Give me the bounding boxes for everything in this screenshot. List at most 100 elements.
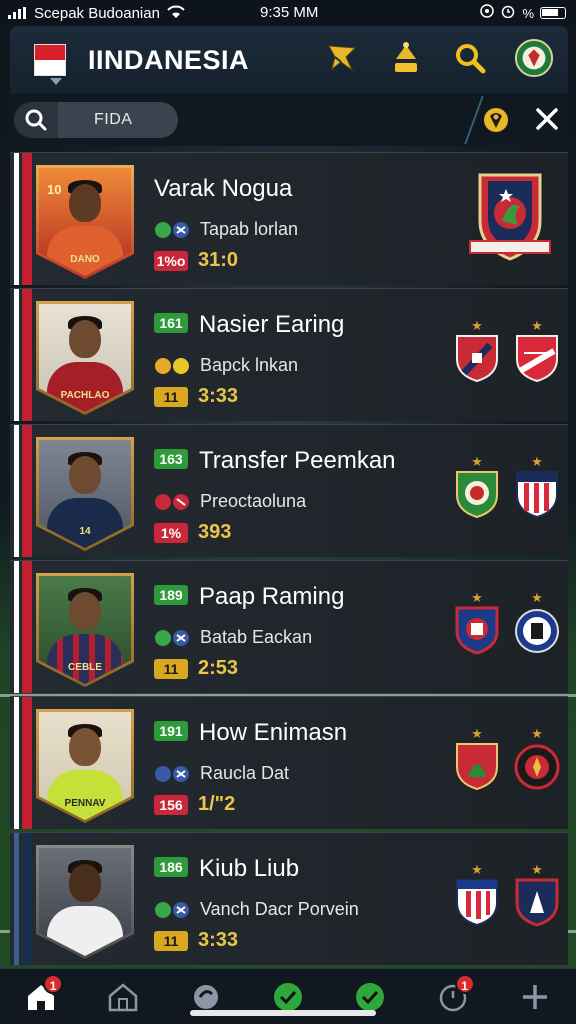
position-icons	[154, 629, 192, 647]
stat-tag: 11	[154, 930, 188, 951]
overall-rating-badge: 163	[154, 449, 188, 469]
position-icons	[154, 493, 192, 511]
club-emblem-icon[interactable]	[514, 36, 554, 80]
alarm-icon	[500, 4, 516, 22]
check-icon	[356, 982, 385, 1011]
player-card[interactable]: CEBLE 189 Paap Raming Batab Eackan 11 2:…	[10, 560, 568, 693]
nav-home[interactable]: 1	[15, 972, 67, 1022]
overall-rating-badge: 189	[154, 585, 188, 605]
app-header: IINDANESIA	[10, 26, 568, 94]
club-crest-icon	[455, 606, 499, 655]
stat-tag: 156	[154, 794, 188, 815]
player-portrait: PACHLAO	[36, 301, 134, 415]
star-icon: ★	[531, 318, 543, 333]
club-crest-icon	[516, 335, 558, 383]
page-title: IINDANESIA	[88, 44, 250, 75]
star-icon: ★	[531, 726, 543, 741]
stat-value: 3:33	[198, 385, 239, 407]
player-card[interactable]: 14 163 Transfer Peemkan Preoctaoluna 1% …	[10, 424, 568, 557]
compass-icon[interactable]	[386, 36, 426, 80]
filter-icon[interactable]	[482, 106, 510, 139]
club-crest-icon	[516, 471, 558, 519]
search-bar-row: FIDA	[10, 94, 568, 146]
player-subtitle: Raucla Dat	[200, 763, 290, 783]
player-card[interactable]: 186 Kiub Liub Vanch Dacr Porvein 11 3:33…	[10, 832, 568, 965]
player-card[interactable]: 10 DANO Varak Nogua Tapab lorlan 1%o 31:…	[10, 152, 568, 285]
stat-tag: 11	[154, 386, 188, 407]
nav-add[interactable]	[509, 972, 561, 1022]
player-name[interactable]: Kiub Liub	[199, 855, 299, 883]
clock: 9:35 MM	[260, 4, 319, 21]
shirt-text: CEBLE	[68, 662, 102, 673]
home-indicator	[190, 1010, 376, 1016]
star-icon: ★	[471, 862, 483, 877]
nav-timer[interactable]: 1	[427, 972, 479, 1022]
close-icon[interactable]	[534, 106, 560, 137]
search-icon[interactable]	[450, 36, 490, 80]
player-name[interactable]: Nasier Earing	[199, 311, 344, 339]
stat-tag: 1%o	[154, 250, 188, 271]
chevron-down-icon[interactable]	[50, 78, 62, 85]
indonesia-flag-icon[interactable]	[34, 44, 66, 76]
player-portrait: CEBLE	[36, 573, 134, 687]
card-stripe	[10, 425, 32, 557]
player-name[interactable]: How Enimasn	[199, 719, 347, 747]
transfer-icon	[193, 984, 218, 1009]
player-name[interactable]: Transfer Peemkan	[199, 447, 396, 475]
star-icon: ★	[471, 454, 483, 469]
wifi-icon	[166, 5, 186, 22]
card-stripe	[10, 561, 32, 693]
player-subtitle: Vanch Dacr Porvein	[200, 899, 359, 919]
club-crest-icon	[456, 743, 498, 791]
shirt-text: PENNAV	[64, 798, 106, 809]
club-crest-icon	[515, 878, 559, 927]
stat-value: 3:33	[198, 929, 239, 951]
star-icon: ★	[471, 318, 483, 333]
overall-rating-badge: 161	[154, 313, 188, 333]
club-crest-icon	[515, 609, 559, 653]
bottom-nav: 1 1	[0, 968, 576, 1024]
search-icon[interactable]	[14, 102, 58, 138]
stat-value: 31:0	[198, 249, 239, 271]
player-portrait	[36, 845, 134, 959]
position-icons	[154, 357, 192, 375]
rating-badge: 10	[47, 182, 62, 197]
plus-icon	[522, 984, 547, 1009]
stat-value: 393	[198, 521, 232, 543]
club-crest-icon	[456, 335, 498, 383]
status-icons: %	[480, 4, 566, 22]
position-icons	[154, 765, 192, 783]
card-stripe	[10, 153, 32, 285]
star-icon: ★	[531, 862, 543, 877]
search-input[interactable]: FIDA	[14, 102, 178, 138]
stat-tag: 11	[154, 658, 188, 679]
player-subtitle: Tapab lorlan	[200, 219, 299, 239]
player-list: 10 DANO Varak Nogua Tapab lorlan 1%o 31:…	[10, 152, 568, 968]
club-crests: ★ ★	[454, 319, 560, 383]
player-name[interactable]: Varak Nogua	[154, 175, 292, 203]
star-icon: ★	[471, 726, 483, 741]
player-name[interactable]: Paap Raming	[199, 583, 344, 611]
position-icons	[154, 901, 192, 919]
player-card[interactable]: PACHLAO 161 Nasier Earing Bapck lnkan 11…	[10, 288, 568, 421]
card-stripe	[10, 289, 32, 421]
battery-icon	[540, 7, 566, 19]
shirt-text: PACHLAO	[60, 390, 110, 401]
club-crest-icon	[466, 169, 554, 268]
player-portrait: 10 DANO	[36, 165, 134, 279]
club-crests: ★ ★	[454, 727, 560, 791]
club-crests: ★ ★	[454, 455, 560, 519]
club-crest-icon	[456, 471, 498, 519]
bookmark-star-icon[interactable]	[322, 36, 362, 80]
club-crest-icon	[456, 879, 498, 927]
player-subtitle: Preoctaoluna	[200, 491, 307, 511]
notification-badge: 1	[43, 973, 64, 994]
nav-club[interactable]	[97, 972, 149, 1022]
notification-badge: 1	[454, 973, 475, 994]
player-card[interactable]: PENNAV 191 How Enimasn Raucla Dat 156 1/…	[10, 696, 568, 829]
signal-icon	[8, 7, 28, 19]
position-icons	[154, 221, 192, 239]
percent-icon: %	[522, 5, 534, 21]
shirt-text: DANO	[70, 254, 100, 265]
player-subtitle: Bapck lnkan	[200, 355, 299, 375]
